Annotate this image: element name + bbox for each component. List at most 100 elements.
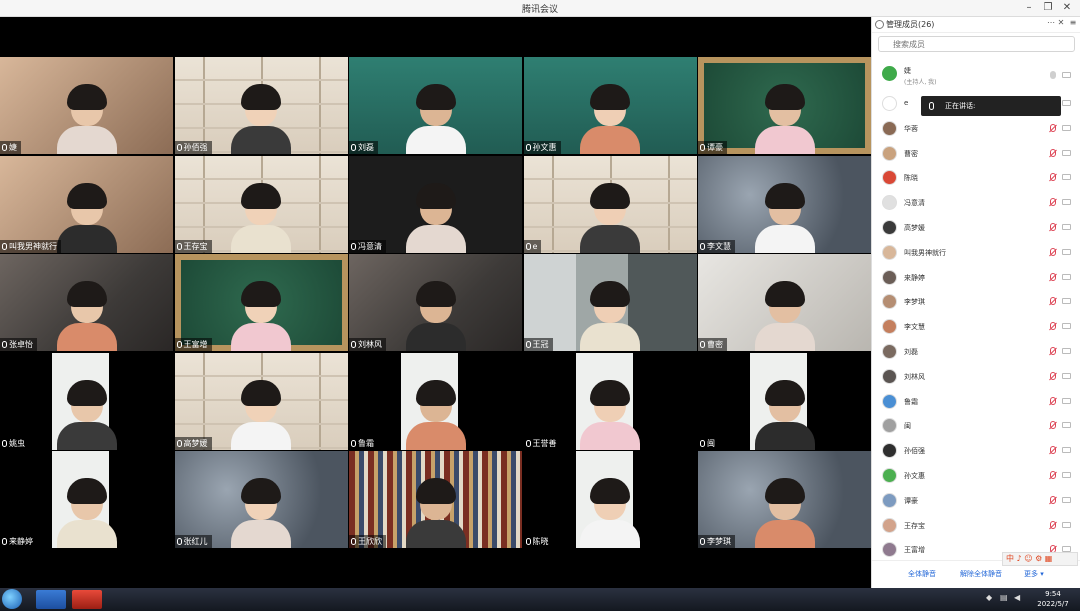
video-tile[interactable]: 高梦媛 [174, 352, 348, 450]
member-row[interactable]: 孙佰强 [872, 438, 1080, 463]
video-tile[interactable]: 王誉善 [523, 352, 697, 450]
more-options-icon[interactable]: ⋯ [1046, 18, 1056, 27]
camera-icon[interactable] [1062, 72, 1071, 78]
camera-off-icon[interactable] [1062, 273, 1071, 280]
mic-muted-icon[interactable] [1050, 198, 1056, 207]
tray-volume-icon[interactable]: ◀ [1014, 593, 1020, 602]
video-tile[interactable]: 姚虫 [0, 352, 173, 450]
video-tile[interactable]: 谭豪 [698, 57, 871, 154]
mic-muted-icon[interactable] [1050, 322, 1056, 331]
participant-name: 王欣欣 [358, 537, 382, 546]
video-tile[interactable]: 婕 [0, 57, 173, 154]
camera-off-icon[interactable] [1062, 447, 1071, 454]
camera-off-icon[interactable] [1062, 149, 1071, 156]
video-tile[interactable]: 鲁霜 [349, 352, 522, 450]
mic-muted-icon[interactable] [1050, 346, 1056, 355]
mic-muted-icon[interactable] [1050, 247, 1056, 256]
taskbar-app-wps[interactable] [72, 590, 102, 609]
mic-muted-icon[interactable] [1050, 470, 1056, 479]
panel-close-icon[interactable]: ✕ [1056, 18, 1066, 27]
ime-toolbar[interactable]: 中 ♪ ☺ ⚙ ▦ [1002, 552, 1078, 566]
video-tile[interactable]: 王冠 [523, 254, 697, 351]
mic-muted-icon[interactable] [1050, 421, 1056, 430]
mic-muted-icon[interactable] [1050, 222, 1056, 231]
participant-video [754, 182, 815, 253]
member-row[interactable]: 叫我男神就行 [872, 240, 1080, 265]
camera-off-icon[interactable] [1062, 124, 1071, 131]
camera-off-icon[interactable] [1062, 397, 1071, 404]
video-tile[interactable]: e [523, 155, 697, 253]
start-button[interactable] [2, 589, 22, 609]
camera-off-icon[interactable] [1062, 496, 1071, 503]
mic-muted-icon[interactable] [1050, 297, 1056, 306]
minimize-icon[interactable]: – [1022, 1, 1036, 15]
member-row[interactable]: 刘林风 [872, 364, 1080, 389]
restore-icon[interactable]: ❐ [1041, 1, 1055, 15]
member-row[interactable]: 鲁霜 [872, 389, 1080, 414]
mute-all-button[interactable]: 全体静音 [908, 569, 936, 579]
tray-network-icon[interactable]: ▤ [1000, 593, 1008, 602]
member-search-input[interactable] [878, 36, 1075, 52]
mic-muted-icon[interactable] [1050, 371, 1056, 380]
camera-off-icon[interactable] [1062, 521, 1071, 528]
video-tile[interactable]: 陈晓 [523, 451, 697, 548]
member-row[interactable]: 陈晓 [872, 165, 1080, 190]
mic-muted-icon[interactable] [1050, 520, 1056, 529]
member-row[interactable]: 谭豪 [872, 488, 1080, 513]
member-row[interactable]: 李文慧 [872, 314, 1080, 339]
mic-muted-icon[interactable] [1050, 495, 1056, 504]
mic-muted-icon[interactable] [1050, 173, 1056, 182]
video-tile[interactable]: 张卓怡 [0, 254, 173, 351]
video-tile[interactable]: 张红儿 [174, 451, 348, 548]
camera-off-icon[interactable] [1062, 422, 1071, 429]
video-tile[interactable]: 王富增 [174, 254, 348, 351]
member-row[interactable]: 孙文惠 [872, 463, 1080, 488]
mic-muted-icon[interactable] [1050, 123, 1056, 132]
camera-off-icon[interactable] [1062, 471, 1071, 478]
member-row[interactable]: 冯意清 [872, 190, 1080, 215]
member-row[interactable]: 曹密 [872, 141, 1080, 166]
camera-off-icon[interactable] [1062, 298, 1071, 305]
member-host[interactable]: 婕 (主持人, 我) [872, 61, 1080, 91]
camera-off-icon[interactable] [1062, 248, 1071, 255]
unmute-all-button[interactable]: 解除全体静音 [960, 569, 1002, 579]
member-row[interactable]: 华蓉 [872, 116, 1080, 141]
video-tile[interactable]: 刘磊 [349, 57, 522, 154]
video-tile[interactable]: 李梦琪 [698, 451, 871, 548]
panel-menu-icon[interactable]: ≡ [1068, 18, 1078, 27]
clock[interactable]: 9:54 2022/5/7 [1030, 589, 1076, 609]
video-tile[interactable]: 曹密 [698, 254, 871, 351]
member-row[interactable]: 来静婷 [872, 265, 1080, 290]
close-icon[interactable]: ✕ [1060, 1, 1074, 15]
tray-security-icon[interactable]: ◆ [986, 593, 992, 602]
member-row[interactable]: 刘磊 [872, 339, 1080, 364]
video-tile[interactable]: 闽 [698, 352, 871, 450]
video-tile[interactable]: 李文慧 [698, 155, 871, 253]
camera-off-icon[interactable] [1062, 174, 1071, 181]
mic-muted-icon[interactable] [1050, 446, 1056, 455]
camera-off-icon[interactable] [1062, 223, 1071, 230]
video-tile[interactable]: 孙文惠 [523, 57, 697, 154]
taskbar-app-meeting[interactable] [36, 590, 66, 609]
video-tile[interactable]: 冯意清 [349, 155, 522, 253]
camera-off-icon[interactable] [1062, 323, 1071, 330]
camera-off-icon[interactable] [1062, 100, 1071, 106]
mic-muted-icon[interactable] [1050, 148, 1056, 157]
video-tile[interactable]: 刘林风 [349, 254, 522, 351]
member-row[interactable]: 李梦琪 [872, 289, 1080, 314]
mic-muted-icon[interactable] [1050, 396, 1056, 405]
video-tile[interactable]: 王存宝 [174, 155, 348, 253]
video-tile[interactable]: 叫我男神就行 [0, 155, 173, 253]
camera-off-icon[interactable] [1062, 372, 1071, 379]
mic-muted-icon[interactable] [1050, 272, 1056, 281]
camera-off-icon[interactable] [1062, 199, 1071, 206]
video-tile[interactable]: 孙佰强 [174, 57, 348, 154]
member-row[interactable]: 高梦媛 [872, 215, 1080, 240]
video-tile[interactable]: 来静婷 [0, 451, 173, 548]
camera-off-icon[interactable] [1062, 347, 1071, 354]
member-row[interactable]: 闽 [872, 413, 1080, 438]
member-row[interactable]: 王存宝 [872, 513, 1080, 538]
more-button[interactable]: 更多 ▾ [1024, 569, 1044, 579]
mic-icon[interactable] [1050, 71, 1056, 79]
video-tile[interactable]: 王欣欣 [349, 451, 522, 548]
